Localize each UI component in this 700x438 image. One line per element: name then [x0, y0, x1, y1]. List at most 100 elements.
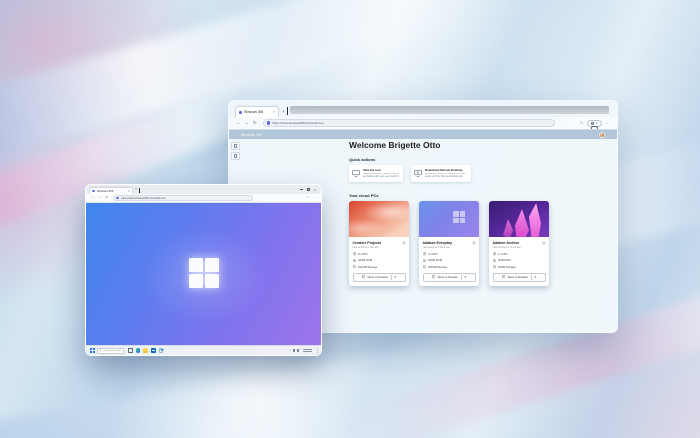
page-title: Welcome Brigette Otto: [349, 140, 595, 150]
forward-icon[interactable]: →: [245, 121, 250, 126]
address-bar[interactable]: https://www.windows365.microsoft.com: [263, 119, 555, 127]
quick-actions-label: Quick actions: [349, 157, 595, 162]
cloudpc-name: Creative Projects: [353, 241, 382, 245]
mail-icon[interactable]: [159, 348, 164, 353]
profile-button[interactable]: ▾: [587, 120, 601, 127]
crystal-art: [515, 209, 529, 237]
site-favicon-icon: [116, 197, 119, 200]
browser-window-icon: [502, 275, 506, 279]
quick-action-description: Access your cloud PC directly from your …: [425, 173, 468, 179]
windows-logo: [189, 258, 219, 288]
taskbar-search-placeholder: Type here to search: [103, 350, 121, 352]
cloud-pcs-label: Your cloud PCs: [349, 193, 595, 198]
monitor-icon: [352, 170, 360, 177]
cpu-icon: [353, 252, 357, 256]
cloudpc-card-creative-projects: Creative Projects Last launched 1 day ag…: [349, 201, 409, 286]
quick-action-take-tour[interactable]: Take the tour Happy you're here! Take th…: [349, 165, 403, 182]
cloudpc-cpu: 8 vCPU: [358, 252, 368, 256]
cloudpc-name: Adatum Everyday: [423, 241, 453, 245]
button-divider: [531, 275, 532, 280]
cloudpc-card-adatum-everyday: Adatum Everyday Last launched 3 days ago…: [419, 201, 479, 286]
settings-gear-icon[interactable]: [472, 241, 476, 245]
favorite-icon[interactable]: ☆: [579, 121, 583, 126]
cloud-pc-row: Creative Projects Last launched 1 day ag…: [349, 201, 595, 286]
ram-icon: [493, 259, 497, 263]
edge-icon[interactable]: [136, 348, 141, 353]
close-window-icon[interactable]: ×: [314, 188, 316, 191]
cloudpc-card-adatum-archive: Adatum Archive Last launched 2 hours ago…: [489, 201, 549, 286]
taskbar-clock[interactable]: [303, 349, 312, 353]
minimize-icon[interactable]: [300, 189, 303, 190]
back-icon[interactable]: ←: [236, 121, 241, 126]
browser-tab[interactable]: Windows 365 ×: [235, 106, 279, 117]
close-tab-icon[interactable]: ×: [273, 111, 275, 114]
system-tray[interactable]: ^: [289, 347, 319, 354]
settings-gear-icon[interactable]: [542, 241, 546, 245]
chevron-down-icon[interactable]: ▾: [535, 276, 537, 279]
browser-tab[interactable]: Windows 365 ×: [89, 187, 133, 194]
chevron-down-icon: ▾: [596, 122, 598, 125]
search-icon: [99, 349, 102, 352]
back-icon[interactable]: ←: [91, 196, 94, 199]
tray-expand-icon[interactable]: ^: [289, 350, 290, 352]
store-icon[interactable]: [151, 348, 156, 353]
close-tab-icon[interactable]: ×: [128, 190, 130, 193]
quick-action-download-remote-desktop[interactable]: Download Remote Desktop Access your clou…: [411, 165, 471, 182]
open-in-browser-button[interactable]: Open in browser ▾: [423, 273, 476, 282]
cloudpc-storage: 64GB Storage: [498, 265, 516, 269]
open-in-browser-button[interactable]: Open in browser ▾: [353, 273, 406, 282]
new-tab-icon[interactable]: +: [135, 187, 137, 192]
refresh-icon[interactable]: ↻: [253, 121, 257, 126]
start-button[interactable]: [90, 348, 95, 353]
tab-title: Windows 365: [244, 110, 271, 114]
nav-apps-button[interactable]: [231, 152, 240, 160]
download-monitor-icon: [414, 170, 422, 177]
new-tab-icon[interactable]: +: [282, 109, 285, 114]
button-divider: [461, 275, 462, 280]
cloudpc-wallpaper: [349, 201, 409, 237]
taskbar-search[interactable]: Type here to search: [97, 348, 124, 354]
quick-action-title: Download Remote Desktop: [425, 168, 468, 172]
open-in-browser-label: Open in browser: [437, 275, 458, 279]
favorite-icon[interactable]: ☆: [306, 196, 309, 199]
page-content: Welcome Brigette Otto Quick actions Take…: [349, 140, 595, 286]
site-favicon-icon: [267, 121, 271, 125]
chevron-down-icon[interactable]: ▾: [395, 276, 397, 279]
file-explorer-icon[interactable]: [143, 348, 148, 353]
cloudpc-storage: 256GB Storage: [428, 265, 447, 269]
refresh-icon[interactable]: ↻: [105, 196, 108, 199]
menu-icon[interactable]: …: [606, 121, 611, 126]
button-divider: [391, 275, 392, 280]
browser-window-icon: [362, 275, 366, 279]
text-caret: [139, 188, 140, 193]
show-desktop-button[interactable]: [317, 347, 318, 354]
open-in-browser-button[interactable]: Open in browser ▾: [493, 273, 546, 282]
volume-icon[interactable]: [297, 349, 299, 351]
cloudpc-cpu: 4 vCPU: [428, 252, 438, 256]
browser-window-icon: [432, 275, 436, 279]
avatar[interactable]: [599, 132, 605, 138]
cloudpc-ram: 32GB RAM: [358, 258, 372, 262]
tab-strip-empty: [290, 106, 609, 114]
maximize-icon[interactable]: [307, 188, 310, 191]
chevron-down-icon[interactable]: ▾: [465, 276, 467, 279]
window-controls: ×: [300, 188, 316, 191]
crystal-art: [503, 219, 513, 237]
crystal-art: [529, 203, 541, 237]
text-caret: [287, 107, 288, 115]
nav-home-button[interactable]: [231, 142, 240, 150]
tab-favicon-icon: [92, 190, 95, 193]
cloudpc-last-used: Last launched 2 hours ago: [493, 246, 546, 249]
storage-icon: [353, 265, 357, 269]
url-text: https://www.windows365.microsoft.com: [272, 121, 324, 125]
task-view-icon[interactable]: [128, 348, 133, 353]
forward-icon[interactable]: →: [98, 196, 101, 199]
cloudpc-desktop[interactable]: Type here to search ^: [86, 203, 321, 355]
address-bar[interactable]: https://www.windows365.microsoft.com: [113, 195, 253, 201]
cloudpc-ram: 4GB RAM: [498, 258, 511, 262]
settings-gear-icon[interactable]: [402, 241, 406, 245]
storage-icon: [493, 265, 497, 269]
network-icon[interactable]: [293, 349, 295, 351]
menu-icon[interactable]: …: [313, 196, 316, 199]
apps-icon: [234, 154, 238, 158]
